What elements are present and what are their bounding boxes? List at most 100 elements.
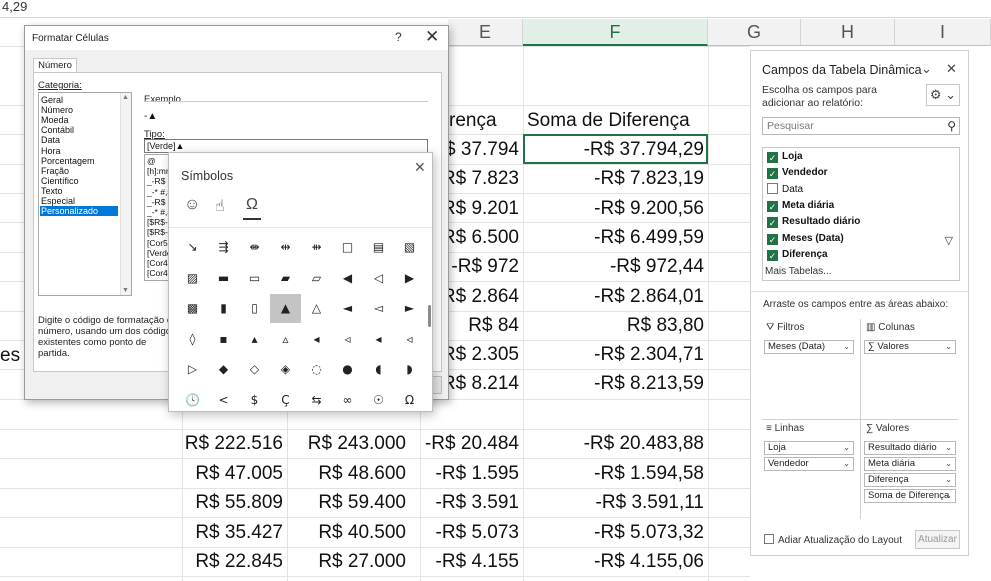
category-item[interactable]: Geral <box>40 95 118 105</box>
category-list[interactable]: ▲ ▼ Geral Número Moeda Contábil Data Hora Porc… <box>38 92 132 296</box>
category-item[interactable]: Número <box>40 105 118 115</box>
symbol-cell[interactable]: ▬ <box>208 264 239 293</box>
column-header-g[interactable]: G <box>708 19 801 46</box>
cell-diferenca[interactable]: -R$ 4.155 <box>410 547 523 576</box>
symbol-cell[interactable]: ◃ <box>394 325 425 354</box>
field-checkbox[interactable]: ✓ <box>767 249 778 261</box>
field-item[interactable]: ✓ Diferença <box>767 247 828 263</box>
field-checkbox[interactable] <box>767 182 778 194</box>
symbol-cell[interactable]: ⇹ <box>270 233 301 262</box>
chevron-down-icon[interactable]: ⌄ <box>843 341 850 353</box>
area-field-pill[interactable]: Soma de Diferença ⌄ <box>864 489 956 503</box>
symbol-cell[interactable]: ◗ <box>394 355 425 384</box>
symbol-cell[interactable]: < <box>208 386 239 415</box>
symbol-cell[interactable]: △ <box>301 294 332 323</box>
area-field-pill[interactable]: Loja ⌄ <box>764 441 854 455</box>
symbol-cell[interactable]: ▧ <box>394 233 425 262</box>
symbol-cell[interactable]: ⇼ <box>239 233 270 262</box>
cell-soma-diferenca[interactable]: R$ 83,80 <box>523 311 708 340</box>
field-item[interactable]: ✓ Resultado diário <box>767 214 860 230</box>
chevron-down-icon[interactable]: ⌄ <box>945 341 952 353</box>
cell-soma-diferenca[interactable]: -R$ 20.483,88 <box>523 429 708 458</box>
area-field-pill[interactable]: Meses (Data) ⌄ <box>764 340 854 354</box>
chevron-down-icon[interactable]: ⌄ <box>945 474 952 486</box>
symbol-cell[interactable]: ◌ <box>301 355 332 384</box>
defer-update-checkbox[interactable]: Adiar Atualização do Layout <box>764 534 902 546</box>
symbol-cell[interactable]: ◈ <box>270 355 301 384</box>
symbol-cell[interactable]: ◅ <box>363 294 394 323</box>
cell-meta[interactable]: R$ 243.000 <box>287 429 410 458</box>
category-scrollbar[interactable]: ▲ ▼ <box>120 93 131 295</box>
symbol-cell[interactable]: ▱ <box>301 264 332 293</box>
columns-area[interactable]: ▥ Colunas <box>862 319 958 419</box>
gear-icon[interactable]: ⚙ ⌄ <box>926 84 960 106</box>
scroll-down-icon[interactable]: ▼ <box>122 287 129 294</box>
category-item[interactable]: Científico <box>40 176 118 186</box>
symbol-cell[interactable]: ↘ <box>177 233 208 262</box>
symbol-cell[interactable]: ◂ <box>301 325 332 354</box>
symbol-cell[interactable]: ◖ <box>363 355 394 384</box>
tab-numero[interactable]: Número <box>33 58 77 73</box>
category-item[interactable]: Personalizado <box>40 206 118 217</box>
cell-meta[interactable]: R$ 40.500 <box>287 518 410 547</box>
chevron-down-icon[interactable]: ⌄ <box>843 458 850 470</box>
symbol-cell[interactable]: ▭ <box>239 264 270 293</box>
field-item[interactable]: ✓ Meses (Data) <box>767 231 844 247</box>
area-field-pill[interactable]: Vendedor ⌄ <box>764 457 854 471</box>
chevron-down-icon[interactable]: ⌄ <box>945 458 952 470</box>
category-item[interactable]: Fração <box>40 166 118 176</box>
type-input[interactable]: [Verde]▲ <box>144 139 428 153</box>
cell-soma-diferenca[interactable]: -R$ 1.594,58 <box>523 459 708 488</box>
row-label-fragment[interactable]: es <box>0 345 20 367</box>
symbol-cell[interactable]: Ç <box>270 386 301 415</box>
dialog-button-partial[interactable] <box>432 376 442 394</box>
chevron-down-icon[interactable]: ⌄ <box>843 442 850 454</box>
column-header-h[interactable]: H <box>801 19 895 46</box>
symbol-cell[interactable]: ◊ <box>177 325 208 354</box>
symbol-cell[interactable]: ◀ <box>332 264 363 293</box>
field-checkbox[interactable]: ✓ <box>767 217 778 229</box>
cell-soma-diferenca[interactable]: -R$ 6.499,59 <box>523 223 708 252</box>
cell-soma-diferenca[interactable]: -R$ 4.155,06 <box>523 547 708 576</box>
cell-meta[interactable]: R$ 59.400 <box>287 488 410 517</box>
field-item[interactable]: Data <box>767 182 803 198</box>
field-checkbox[interactable]: ✓ <box>767 200 778 212</box>
cell-soma-diferenca[interactable]: -R$ 5.073,32 <box>523 518 708 547</box>
cell-diferenca[interactable]: -R$ 5.073 <box>410 518 523 547</box>
area-field-pill[interactable]: ∑ Valores ⌄ <box>864 340 956 354</box>
column-header-e[interactable]: E <box>448 19 523 46</box>
symbols-scrollbar-thumb[interactable] <box>428 305 431 327</box>
cell-meta[interactable]: R$ 27.000 <box>287 547 410 576</box>
filters-area[interactable]: ⛛ Filtros <box>762 319 858 419</box>
symbol-cell[interactable]: ► <box>394 294 425 323</box>
cell-diferenca[interactable]: -R$ 20.484 <box>410 429 523 458</box>
close-icon[interactable]: ✕ <box>414 159 426 176</box>
cell-soma-diferenca[interactable]: -R$ 9.200,56 <box>523 194 708 223</box>
category-item[interactable]: Especial <box>40 196 118 206</box>
chevron-down-icon[interactable]: ⌄ <box>945 490 952 502</box>
symbol-cell[interactable]: ▲ <box>270 294 301 323</box>
symbol-cell[interactable]: ▶ <box>394 264 425 293</box>
symbol-cell[interactable]: ▵ <box>270 325 301 354</box>
area-field-pill[interactable]: Meta diária ⌄ <box>864 457 956 471</box>
search-input[interactable]: Pesquisar ⚲ <box>762 117 960 135</box>
symbol-cell[interactable]: ▤ <box>363 233 394 262</box>
symbol-cell[interactable]: ▷ <box>177 355 208 384</box>
field-item[interactable]: ✓ Vendedor <box>767 165 828 181</box>
symbol-cell[interactable]: ▯ <box>239 294 270 323</box>
chevron-down-icon[interactable]: ⌄ <box>921 61 932 77</box>
field-checkbox[interactable]: ✓ <box>767 168 778 180</box>
cell-resultado[interactable]: R$ 22.845 <box>182 547 287 576</box>
category-item[interactable]: Texto <box>40 186 118 196</box>
symbol-cell[interactable]: $ <box>239 386 270 415</box>
cell-diferenca[interactable]: -R$ 1.595 <box>410 459 523 488</box>
symbol-cell[interactable]: ● <box>332 355 363 384</box>
field-checkbox[interactable]: ✓ <box>767 152 778 163</box>
cell-soma-diferenca[interactable]: -R$ 2.864,01 <box>523 282 708 311</box>
symbol-cell[interactable]: Ω <box>394 386 425 415</box>
symbol-cell[interactable]: ▨ <box>177 264 208 293</box>
field-item[interactable]: ✓ Loja <box>767 149 803 165</box>
search-icon[interactable]: ⚲ <box>947 118 956 134</box>
smiley-icon[interactable]: ☺ <box>184 196 200 214</box>
symbol-cell[interactable]: ∞ <box>332 386 363 415</box>
